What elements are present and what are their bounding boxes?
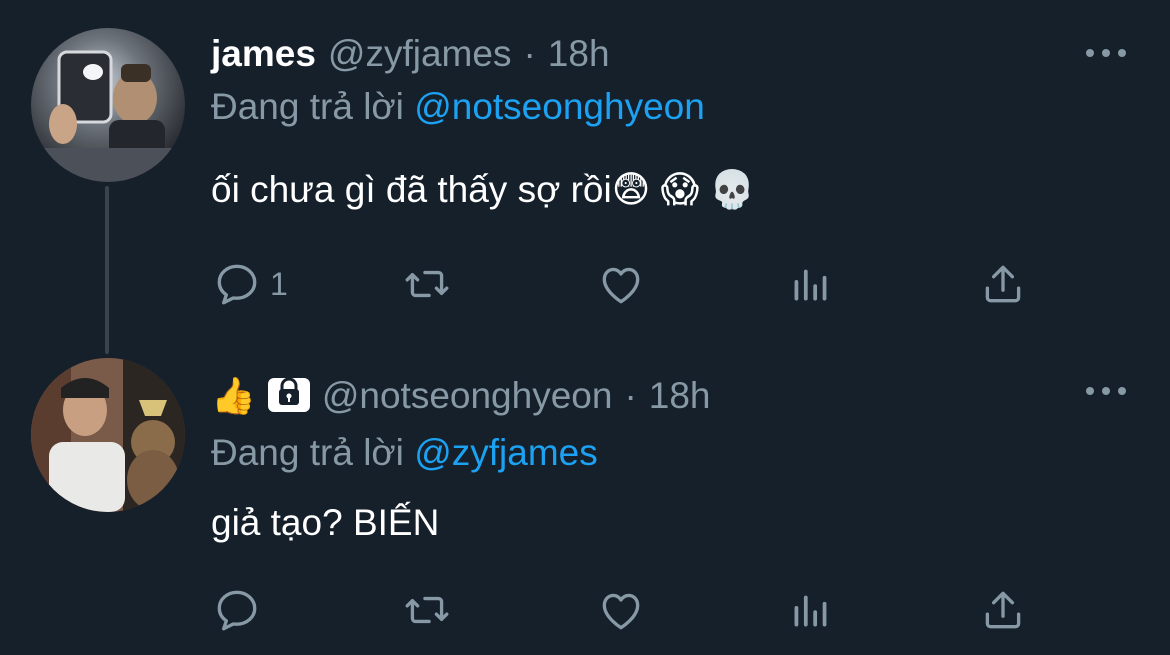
avatar-photo xyxy=(31,358,185,512)
like-button[interactable] xyxy=(596,582,646,638)
tweet-text: ối chưa gì đã thấy sợ rồi😨 😱 💀 xyxy=(211,169,756,210)
retweet-button[interactable] xyxy=(402,582,452,638)
tweet-text: giả tạo? BIẾN xyxy=(211,502,440,543)
mention-link[interactable]: @notseonghyeon xyxy=(414,86,705,127)
reply-count: 1 xyxy=(270,265,288,302)
analytics-icon xyxy=(794,595,827,627)
replying-to: Đang trả lời @zyfjames xyxy=(211,432,598,474)
tweet-actions: 1 xyxy=(0,256,1170,312)
separator-dot: · xyxy=(523,33,536,74)
tweet-1[interactable]: james @zyfjames · 18h Đang trả lời @nots… xyxy=(0,0,1170,340)
timestamp[interactable]: 18h xyxy=(548,33,610,75)
heart-icon xyxy=(602,267,640,304)
avatar[interactable] xyxy=(31,358,185,512)
analytics-button[interactable] xyxy=(786,582,836,638)
retweet-button[interactable] xyxy=(402,256,452,312)
share-button[interactable] xyxy=(978,256,1028,312)
like-button[interactable] xyxy=(596,256,646,312)
separator-dot: · xyxy=(624,375,637,416)
replying-to: Đang trả lời @notseonghyeon xyxy=(211,86,705,128)
name-emoji: 👍 xyxy=(211,375,256,416)
display-name[interactable]: james xyxy=(211,33,316,75)
avatar-photo xyxy=(31,28,185,182)
more-options-icon[interactable] xyxy=(1086,376,1126,406)
replying-to-label: Đang trả lời xyxy=(211,432,404,473)
user-handle[interactable]: @zyfjames xyxy=(328,33,512,75)
heart-icon xyxy=(602,593,640,630)
more-options-icon[interactable] xyxy=(1086,38,1126,68)
analytics-button[interactable] xyxy=(786,256,836,312)
mention-link[interactable]: @zyfjames xyxy=(414,432,598,473)
tweet-actions xyxy=(0,582,1170,638)
retweet-icon xyxy=(405,596,449,624)
avatar[interactable] xyxy=(31,28,185,182)
lock-icon xyxy=(267,374,310,419)
tweet-2[interactable]: 👍 @notseonghyeon · 18h Đang trả lời @zyf… xyxy=(0,340,1170,655)
retweet-icon xyxy=(405,270,449,298)
analytics-icon xyxy=(794,269,827,301)
reply-icon xyxy=(217,590,257,631)
replying-to-label: Đang trả lời xyxy=(211,86,404,127)
share-button[interactable] xyxy=(978,582,1028,638)
share-icon xyxy=(985,265,1021,303)
reply-icon xyxy=(217,264,257,305)
reply-button[interactable] xyxy=(212,582,270,638)
reply-button[interactable]: 1 xyxy=(212,256,288,312)
timestamp[interactable]: 18h xyxy=(649,375,711,417)
tweet-header: james @zyfjames · 18h xyxy=(211,30,610,78)
tweet-header: 👍 @notseonghyeon · 18h xyxy=(211,372,711,420)
user-handle[interactable]: @notseonghyeon xyxy=(322,375,613,417)
share-icon xyxy=(985,591,1021,629)
